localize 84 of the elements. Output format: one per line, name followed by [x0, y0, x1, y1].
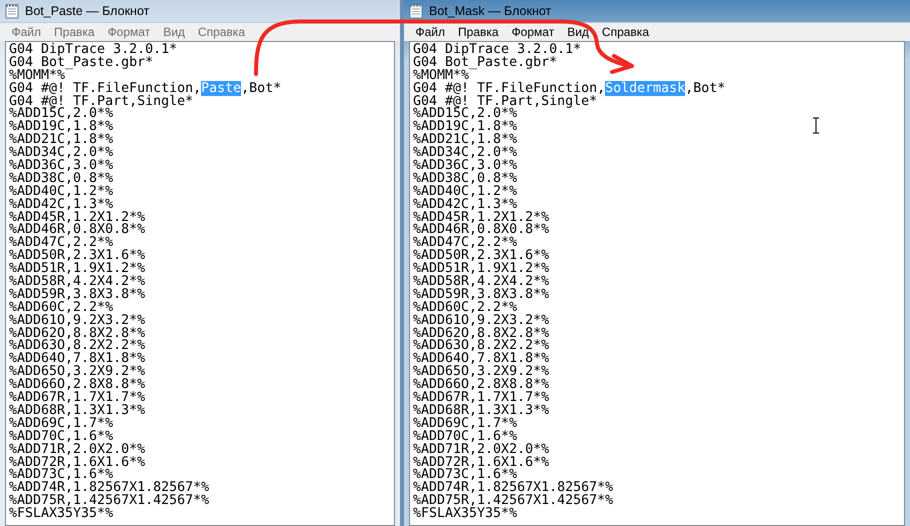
text-line: %ADD75R,1.42567X1.42567*%: [413, 495, 614, 508]
text-line: %ADD50R,2.3X1.6*%: [9, 250, 146, 264]
menu-item[interactable]: Формат: [505, 24, 561, 40]
text-line: %ADD72R,1.6X1.6*%: [9, 456, 146, 470]
text-line: %ADD75R,1.42567X1.42567*%: [9, 495, 210, 508]
text-line: %ADD45R,1.2X1.2*%: [9, 212, 146, 224]
menu-item[interactable]: Файл: [409, 24, 452, 40]
text-line: %ADD34C,2.0*%: [413, 147, 518, 160]
text-line: %ADD62O,8.8X2.8*%: [9, 328, 146, 340]
text-line: G04 DipTrace 3.2.0.1*: [413, 44, 582, 57]
text-line: %ADD65O,3.2X9.2*%: [413, 366, 550, 380]
text-line: %ADD69C,1.7*%: [413, 418, 518, 431]
text-line: %ADD51R,1.9X1.2*%: [413, 263, 550, 276]
text-line: %ADD58R,4.2X4.2*%: [413, 276, 550, 289]
text-line: %ADD21C,1.8*%: [413, 134, 518, 148]
text-line: %ADD36C,3.0*%: [9, 160, 114, 173]
text-line: %ADD67R,1.7X1.7*%: [9, 392, 146, 405]
text-line: G04 Bot_Paste.gbr*: [9, 56, 154, 70]
text-line: %ADD73C,1.6*%: [9, 469, 114, 482]
text-line: %ADD60C,2.2*%: [9, 302, 114, 315]
text-line: G04 DipTrace 3.2.0.1*: [9, 44, 178, 57]
text-line: %ADD66O,2.8X8.8*%: [413, 379, 550, 392]
text-line: %ADD68R,1.3X1.3*%: [9, 404, 146, 418]
text-line: %ADD40C,1.2*%: [413, 186, 518, 199]
text-line: %ADD61O,9.2X3.2*%: [413, 314, 550, 328]
text-line: %ADD73C,1.6*%: [413, 469, 518, 482]
notepad-icon: [5, 3, 19, 19]
text-line: %ADD59R,3.8X3.8*%: [9, 288, 146, 302]
text-line: G04 #@! TF.Part,Single*: [413, 96, 598, 108]
menu-item[interactable]: Правка: [452, 24, 506, 40]
text-line: %ADD45R,1.2X1.2*%: [413, 212, 550, 224]
text-line: %ADD19C,1.8*%: [9, 121, 114, 134]
window-title: Bot_Mask — Блокнот: [429, 4, 552, 18]
text-line: %ADD40C,1.2*%: [9, 186, 114, 199]
text-line: %ADD34C,2.0*%: [9, 147, 114, 160]
text-line: %ADD61O,9.2X3.2*%: [9, 314, 146, 328]
text-line: G04 Bot_Paste.gbr*: [413, 56, 558, 70]
text-line: G04 #@! TF.Part,Single*: [9, 96, 194, 108]
text-line: %ADD71R,2.0X2.0*%: [413, 444, 550, 456]
text-line: %ADD36C,3.0*%: [413, 160, 518, 173]
text-line: %ADD19C,1.8*%: [413, 121, 518, 134]
text-line: %ADD59R,3.8X3.8*%: [413, 288, 550, 302]
text-line: %ADD60C,2.2*%: [413, 302, 518, 315]
window-title: Bot_Paste — Блокнот: [25, 4, 150, 18]
text-line: %MOMM*%: [413, 70, 470, 83]
text-cursor-icon: [812, 117, 820, 134]
text-line: %ADD46R,0.8X0.8*%: [9, 224, 146, 238]
text-line: %ADD64O,7.8X1.8*%: [9, 353, 146, 366]
text-line: %ADD74R,1.82567X1.82567*%: [9, 482, 210, 496]
text-line: %ADD63O,8.2X2.2*%: [9, 340, 146, 354]
text-line: %ADD47C,2.2*%: [9, 237, 114, 250]
text-line: %FSLAX35Y35*%: [9, 508, 114, 521]
text-line: %ADD42C,1.3*%: [9, 198, 114, 212]
text-line: %ADD42C,1.3*%: [413, 198, 518, 212]
text-line: %ADD15C,2.0*%: [9, 108, 114, 122]
text-line: %ADD46R,0.8X0.8*%: [413, 224, 550, 238]
text-line: %ADD64O,7.8X1.8*%: [413, 353, 550, 366]
text-line: %ADD72R,1.6X1.6*%: [413, 456, 550, 470]
text-line: %ADD63O,8.2X2.2*%: [413, 340, 550, 354]
notepad-icon: [409, 3, 423, 19]
text-line: %ADD67R,1.7X1.7*%: [413, 392, 550, 405]
text-line: %ADD58R,4.2X4.2*%: [9, 276, 146, 289]
text-line: %ADD68R,1.3X1.3*%: [413, 404, 550, 418]
text-line: %ADD62O,8.8X2.8*%: [413, 328, 550, 340]
text-line: %ADD50R,2.3X1.6*%: [413, 250, 550, 264]
text-line: %ADD74R,1.82567X1.82567*%: [413, 482, 614, 496]
menu-item[interactable]: Справка: [595, 24, 656, 40]
text-line: %ADD38C,0.8*%: [413, 172, 518, 186]
text-line: %FSLAX35Y35*%: [413, 508, 518, 521]
menu-item[interactable]: Вид: [560, 24, 596, 40]
text-line: %ADD70C,1.6*%: [9, 430, 114, 444]
text-line: %ADD71R,2.0X2.0*%: [9, 444, 146, 456]
text-line: %ADD47C,2.2*%: [413, 237, 518, 250]
text-line: %ADD69C,1.7*%: [9, 418, 114, 431]
text-line: %ADD70C,1.6*%: [413, 430, 518, 444]
text-line: %ADD15C,2.0*%: [413, 108, 518, 122]
text-line: G04 #@! TF.FileFunction,Soldermask,Bot*: [413, 82, 726, 96]
text-line: G04 #@! TF.FileFunction,Paste,Bot*: [9, 82, 282, 96]
text-line: %ADD51R,1.9X1.2*%: [9, 263, 146, 276]
text-line: %ADD38C,0.8*%: [9, 172, 114, 186]
text-line: %ADD66O,2.8X8.8*%: [9, 379, 146, 392]
text-line: %ADD65O,3.2X9.2*%: [9, 366, 146, 380]
text-line: %ADD21C,1.8*%: [9, 134, 114, 148]
text-line: %MOMM*%: [9, 70, 66, 83]
